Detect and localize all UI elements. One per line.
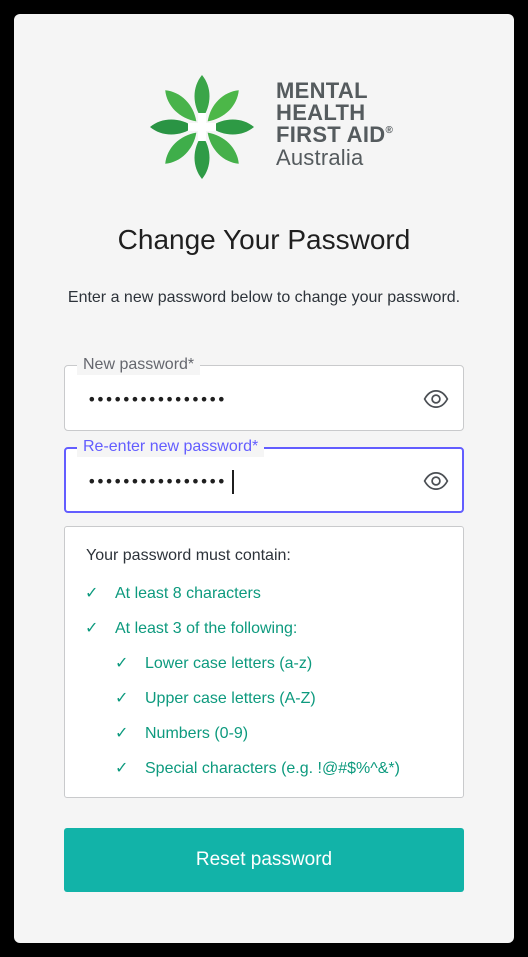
- new-password-field[interactable]: New password*: [64, 355, 464, 431]
- logo-line-2: HEALTH: [276, 100, 366, 125]
- requirement-sub-item: ✓ Upper case letters (A-Z): [115, 688, 316, 708]
- eye-icon[interactable]: [423, 468, 449, 494]
- requirement-label: At least 8 characters: [115, 585, 261, 602]
- logo-line-4: Australia: [276, 145, 364, 170]
- reset-password-button[interactable]: Reset password: [64, 828, 464, 892]
- reenter-password-field[interactable]: Re-enter new password*: [64, 437, 464, 513]
- check-icon: ✓: [85, 620, 99, 637]
- flower-logo-icon: [150, 75, 254, 179]
- requirements-title: Your password must contain:: [86, 547, 291, 564]
- text-caret: [232, 470, 234, 494]
- requirement-label: Upper case letters (A-Z): [145, 690, 316, 707]
- logo-line-3-text: FIRST AID: [276, 122, 386, 147]
- requirement-item: ✓ At least 3 of the following:: [85, 618, 297, 638]
- password-requirements: Your password must contain: ✓ At least 8 …: [64, 526, 464, 798]
- requirement-label: At least 3 of the following:: [115, 620, 298, 637]
- requirement-sub-item: ✓ Numbers (0-9): [115, 723, 248, 743]
- check-icon: ✓: [115, 760, 129, 777]
- check-icon: ✓: [115, 690, 129, 707]
- page-title: Change Your Password: [117, 224, 411, 255]
- logo-line-1: MENTAL: [276, 78, 368, 103]
- requirement-item: ✓ At least 8 characters: [85, 583, 261, 603]
- requirement-sub-item: ✓ Lower case letters (a-z): [115, 653, 312, 673]
- requirement-label: Lower case letters (a-z): [145, 655, 313, 672]
- eye-icon[interactable]: [423, 386, 449, 412]
- logo-line-3: FIRST AID®: [276, 124, 406, 146]
- requirement-label: Special characters (e.g. !@#$%^&*): [145, 760, 400, 777]
- new-password-label: New password*: [77, 355, 201, 375]
- check-icon: ✓: [115, 655, 129, 672]
- logo-wordmark: MENTAL HEALTH FIRST AID® Australia: [276, 80, 406, 170]
- check-icon: ✓: [85, 585, 99, 602]
- reenter-password-label: Re-enter new password*: [77, 437, 265, 457]
- mhfa-logo: MENTAL HEALTH FIRST AID® Australia: [142, 66, 393, 188]
- page-description: Enter a new password below to change you…: [67, 289, 461, 306]
- change-password-card: MENTAL HEALTH FIRST AID® Australia Chang…: [14, 14, 514, 943]
- requirement-label: Numbers (0-9): [145, 725, 249, 742]
- reenter-password-input[interactable]: [85, 466, 405, 496]
- registered-mark: ®: [385, 125, 394, 136]
- requirement-sub-item: ✓ Special characters (e.g. !@#$%^&*): [115, 758, 400, 778]
- check-icon: ✓: [115, 725, 129, 742]
- new-password-input[interactable]: [85, 384, 405, 414]
